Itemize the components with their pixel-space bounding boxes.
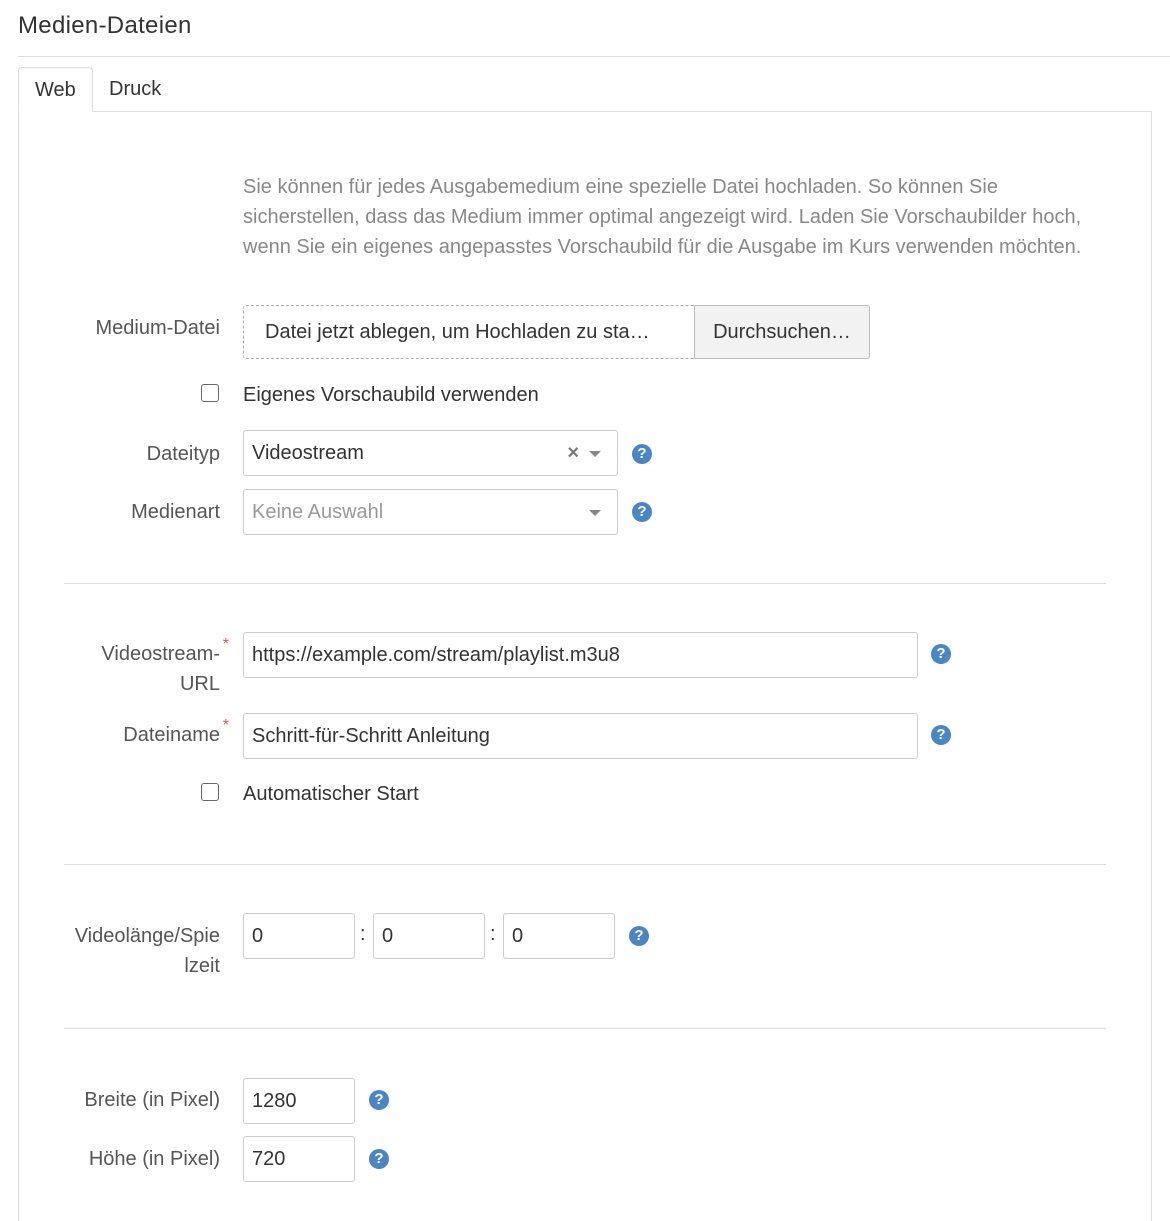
help-icon[interactable]: ?	[632, 502, 652, 522]
file-dropzone[interactable]: Datei jetzt ablegen, um Hochladen zu sta…	[243, 305, 695, 359]
required-marker: *	[222, 717, 229, 734]
file-type-label: Dateityp	[146, 443, 220, 465]
width-input[interactable]	[243, 1078, 355, 1124]
duration-label-line2: lzeit	[184, 955, 220, 977]
height-label: Höhe (in Pixel)	[88, 1148, 220, 1170]
required-marker: *	[222, 636, 229, 653]
file-type-select[interactable]: Videostream ×	[243, 430, 618, 476]
stream-url-label: Videostream- URL	[101, 639, 220, 699]
tab-web[interactable]: Web	[18, 67, 93, 112]
width-label: Breite (in Pixel)	[84, 1089, 220, 1111]
media-type-select[interactable]: Keine Auswahl	[243, 489, 618, 535]
duration-seconds-input[interactable]	[503, 913, 615, 959]
help-icon[interactable]: ?	[632, 444, 652, 464]
section-divider	[64, 583, 1106, 584]
media-type-placeholder: Keine Auswahl	[252, 501, 384, 523]
custom-thumbnail-checkbox[interactable]	[201, 384, 219, 402]
autostart-checkbox[interactable]	[201, 783, 219, 801]
duration-label-line1: Videolänge/Spie	[74, 925, 220, 947]
stream-url-input[interactable]	[243, 632, 918, 678]
autostart-label: Automatischer Start	[243, 783, 419, 805]
help-icon[interactable]: ?	[931, 725, 951, 745]
page-title: Medien-Dateien	[18, 12, 192, 39]
help-icon[interactable]: ?	[931, 644, 951, 664]
help-icon[interactable]: ?	[369, 1090, 389, 1110]
intro-help-text: Sie können für jedes Ausgabemedium eine …	[243, 176, 1082, 258]
browse-button[interactable]: Durchsuchen…	[694, 305, 870, 359]
title-divider	[18, 56, 1170, 57]
duration-minutes-input[interactable]	[373, 913, 485, 959]
clear-icon[interactable]: ×	[567, 431, 579, 475]
section-divider	[64, 1028, 1106, 1029]
help-icon[interactable]: ?	[629, 926, 649, 946]
tab-druck[interactable]: Druck	[93, 67, 193, 112]
medium-file-label: Medium-Datei	[95, 317, 220, 339]
file-type-value: Videostream	[252, 442, 364, 464]
time-separator: :	[360, 923, 366, 945]
chevron-down-icon	[589, 510, 601, 516]
media-type-label: Medienart	[131, 501, 220, 523]
duration-label: Videolänge/Spie lzeit	[75, 921, 220, 981]
section-divider	[64, 864, 1106, 865]
time-separator: :	[490, 923, 496, 945]
height-input[interactable]	[243, 1136, 355, 1182]
duration-hours-input[interactable]	[243, 913, 355, 959]
file-name-label: Dateiname	[123, 724, 220, 746]
stream-url-label-line1: Videostream-	[101, 643, 220, 665]
help-icon[interactable]: ?	[369, 1149, 389, 1169]
stream-url-label-line2: URL	[179, 673, 220, 695]
custom-thumbnail-label: Eigenes Vorschaubild verwenden	[243, 384, 539, 406]
file-name-input[interactable]	[243, 713, 918, 759]
chevron-down-icon	[589, 451, 601, 457]
